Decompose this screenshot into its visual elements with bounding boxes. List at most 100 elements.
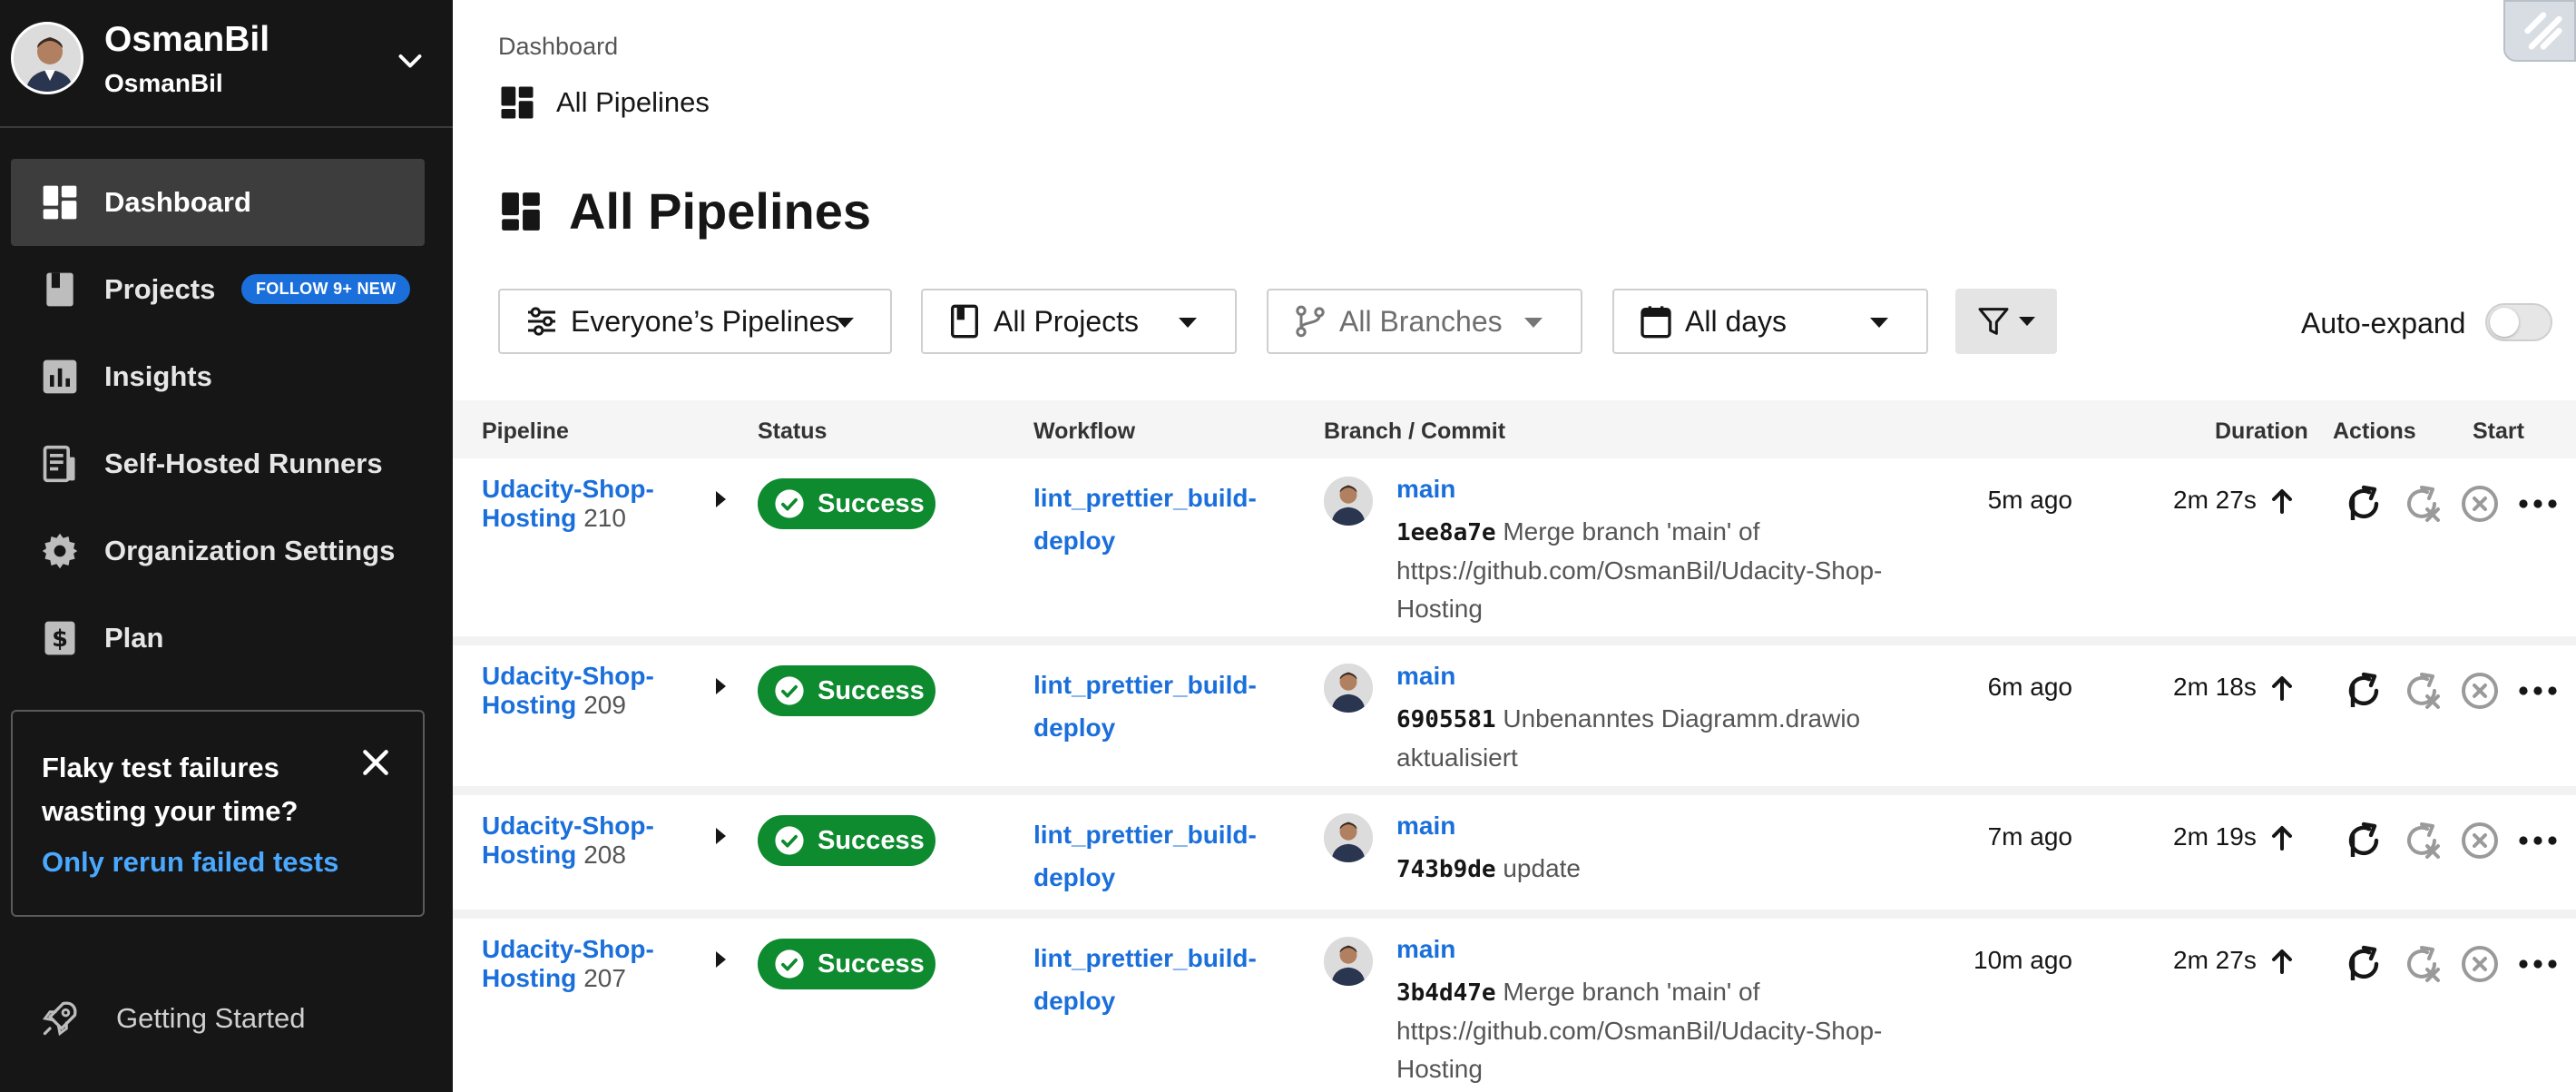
more-options-icon[interactable] — [2516, 482, 2560, 526]
committer-avatar — [1324, 937, 1373, 986]
col-header-duration: Duration — [2215, 418, 2308, 444]
branch-link[interactable]: main — [1396, 812, 1455, 841]
close-icon[interactable] — [358, 744, 394, 781]
row-separator — [453, 636, 2576, 645]
more-options-icon[interactable] — [2516, 942, 2560, 986]
pipelines-filter-label: Everyone’s Pipelines — [571, 304, 840, 338]
duration: 2m 27s — [2173, 946, 2257, 974]
table-row[interactable]: Udacity-Shop-Hosting 209 Success lint_pre… — [453, 645, 2576, 786]
expand-row-icon[interactable] — [716, 678, 726, 694]
cancel-icon[interactable] — [2458, 482, 2502, 526]
org-name: OsmanBil — [104, 20, 270, 59]
status-badge[interactable]: Success — [758, 939, 935, 989]
rerun-failed-icon[interactable] — [2400, 942, 2444, 986]
rerun-icon[interactable] — [2342, 942, 2385, 986]
gear-icon — [42, 533, 78, 569]
branches-filter[interactable]: All Branches — [1267, 289, 1582, 354]
plan-icon: $ — [44, 621, 75, 655]
follow-new-badge[interactable]: FOLLOW 9+ NEW — [241, 274, 411, 304]
duration: 2m 18s — [2173, 673, 2257, 701]
commit-message: update — [1503, 854, 1581, 882]
page-title-text: All Pipelines — [569, 182, 871, 240]
commit-info[interactable]: 6905581 Unbenanntes Diagramm.drawio aktu… — [1396, 700, 1905, 777]
caret-down-icon — [1179, 318, 1197, 328]
rerun-icon[interactable] — [2342, 819, 2385, 862]
status-badge[interactable]: Success — [758, 815, 935, 866]
commit-info[interactable]: 743b9de update — [1396, 850, 1905, 889]
more-options-icon[interactable] — [2516, 669, 2560, 713]
advanced-filter-button[interactable] — [1955, 289, 2057, 354]
arrow-up-icon — [2272, 489, 2292, 514]
sidebar-item-self-hosted-runners[interactable]: Self-Hosted Runners — [11, 420, 425, 507]
start-time: 10m ago — [1974, 946, 2072, 974]
sidebar-item-getting-started[interactable]: Getting Started — [40, 989, 306, 1048]
pipeline-number: 208 — [583, 841, 626, 869]
cancel-icon[interactable] — [2458, 669, 2502, 713]
status-badge[interactable]: Success — [758, 478, 935, 529]
pipeline-name-link[interactable]: Udacity-Shop-Hosting 207 — [482, 935, 700, 993]
breadcrumb-current: All Pipelines — [498, 84, 710, 122]
branch-link[interactable]: main — [1396, 662, 1455, 691]
workflow-link[interactable]: lint_prettier_build-deploy — [1033, 813, 1269, 899]
branch-link[interactable]: main — [1396, 475, 1455, 504]
sidebar-item-projects[interactable]: Projects FOLLOW 9+ NEW — [11, 246, 425, 333]
duration: 2m 19s — [2173, 822, 2257, 851]
sidebar-item-insights[interactable]: Insights — [11, 333, 425, 420]
table-row[interactable]: Udacity-Shop-Hosting 210 Success lint_pre… — [453, 458, 2576, 636]
committer-avatar — [1324, 664, 1373, 713]
sidebar-item-organization-settings[interactable]: Organization Settings — [11, 507, 425, 595]
status-badge[interactable]: Success — [758, 665, 935, 716]
rerun-failed-tests-link[interactable]: Only rerun failed tests — [42, 846, 338, 879]
days-filter[interactable]: All days — [1612, 289, 1928, 354]
commit-info[interactable]: 1ee8a7e Merge branch 'main' of https://g… — [1396, 513, 1905, 628]
projects-icon — [46, 272, 73, 307]
sidebar-item-plan[interactable]: $ Plan — [11, 595, 425, 682]
toggle-knob — [2490, 308, 2519, 337]
workflow-link[interactable]: lint_prettier_build-deploy — [1033, 937, 1269, 1022]
rerun-failed-icon[interactable] — [2400, 669, 2444, 713]
rerun-icon[interactable] — [2342, 482, 2385, 526]
pipeline-name-link[interactable]: Udacity-Shop-Hosting 209 — [482, 662, 700, 720]
auto-expand-toggle[interactable] — [2485, 303, 2552, 341]
pipelines-filter[interactable]: Everyone’s Pipelines — [498, 289, 892, 354]
arrow-up-icon — [2272, 676, 2292, 701]
projects-filter[interactable]: All Projects — [921, 289, 1237, 354]
pipeline-name-link[interactable]: Udacity-Shop-Hosting 210 — [482, 475, 700, 533]
rerun-icon[interactable] — [2342, 669, 2385, 713]
col-header-start: Start — [2473, 418, 2524, 444]
table-row[interactable]: Udacity-Shop-Hosting 208 Success lint_pre… — [453, 795, 2576, 910]
expand-row-icon[interactable] — [716, 491, 726, 507]
workflow-link[interactable]: lint_prettier_build-deploy — [1033, 477, 1269, 562]
cancel-icon[interactable] — [2458, 819, 2502, 862]
caret-down-icon — [1524, 318, 1543, 328]
sidebar-item-label: Plan — [104, 622, 164, 654]
more-options-icon[interactable] — [2516, 819, 2560, 862]
check-circle-icon — [775, 489, 804, 518]
rerun-failed-icon[interactable] — [2400, 819, 2444, 862]
sidebar-item-dashboard[interactable]: Dashboard — [11, 159, 425, 246]
workflow-link[interactable]: lint_prettier_build-deploy — [1033, 664, 1269, 749]
committer-avatar — [1324, 813, 1373, 862]
cancel-icon[interactable] — [2458, 942, 2502, 986]
days-filter-label: All days — [1685, 304, 1788, 338]
table-row[interactable]: Udacity-Shop-Hosting 207 Success lint_pre… — [453, 919, 2576, 1092]
status-label: Success — [818, 675, 925, 705]
flaky-tests-promo: Flaky test failures wasting your time? O… — [11, 710, 425, 917]
funnel-icon — [1978, 308, 2009, 335]
commit-info[interactable]: 3b4d47e Merge branch 'main' of https://g… — [1396, 973, 1905, 1088]
expand-row-icon[interactable] — [716, 828, 726, 844]
floating-widget-button[interactable] — [2503, 0, 2576, 62]
commit-sha: 3b4d47e — [1396, 979, 1496, 1007]
commit-sha: 743b9de — [1396, 856, 1496, 883]
rerun-failed-icon[interactable] — [2400, 482, 2444, 526]
branch-link[interactable]: main — [1396, 935, 1455, 964]
chevron-down-icon[interactable] — [394, 45, 426, 78]
auto-expand-label: Auto-expand — [2301, 307, 2466, 339]
pipeline-name-link[interactable]: Udacity-Shop-Hosting 208 — [482, 812, 700, 870]
col-header-actions: Actions — [2333, 418, 2416, 444]
col-header-pipeline: Pipeline — [482, 418, 569, 444]
org-switcher[interactable]: OsmanBil OsmanBil — [0, 0, 453, 128]
breadcrumb[interactable]: Dashboard — [498, 33, 618, 61]
insights-icon — [43, 359, 77, 394]
expand-row-icon[interactable] — [716, 951, 726, 968]
